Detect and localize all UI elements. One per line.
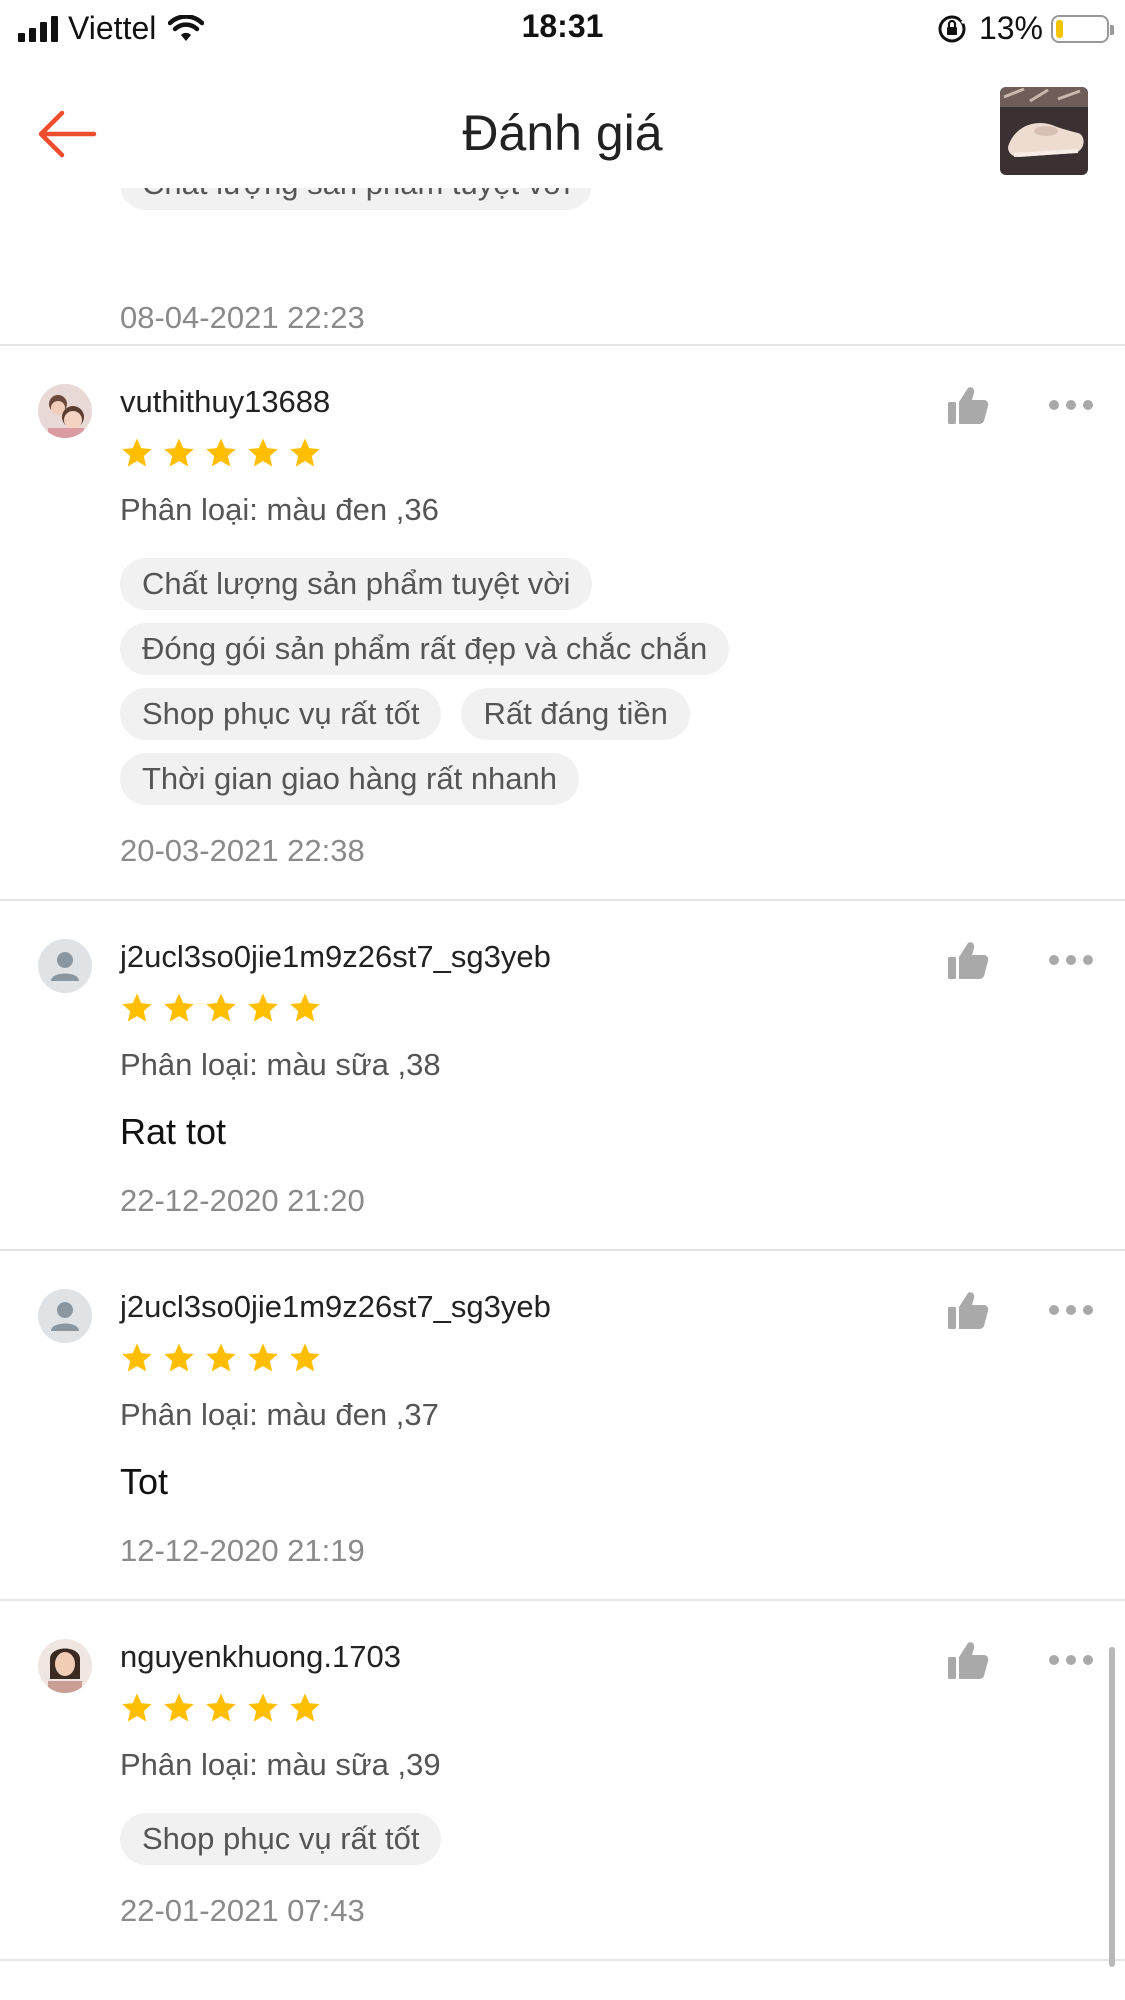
- app-header: Đánh giá: [0, 70, 1125, 188]
- review-variant: Phân loại: màu đen ,36: [120, 492, 439, 527]
- default-user-icon: [38, 939, 92, 993]
- thumbs-up-icon[interactable]: [946, 1639, 990, 1683]
- orientation-lock-icon: [938, 15, 967, 42]
- star-icon: [164, 993, 194, 1022]
- list-item: vuthithuy13688 Phân loại: màu đen ,36 Ch…: [0, 346, 1125, 901]
- star-icon: [248, 1343, 278, 1372]
- star-icon: [248, 438, 278, 467]
- status-bar-right: 13%: [937, 10, 1114, 47]
- star-icon: [290, 993, 320, 1022]
- list-item: nguyenkhuong.1703 Phân loại: màu sữa ,39…: [0, 1601, 1125, 1961]
- review-comment: Tot: [120, 1461, 169, 1502]
- shoe-image-icon: [1000, 87, 1088, 175]
- page-title: Đánh giá: [462, 105, 663, 161]
- star-icon: [290, 1693, 320, 1722]
- star-icon: [206, 993, 236, 1022]
- review-tag: Chất lượng sản phẩm tuyệt vời: [120, 558, 593, 610]
- star-rating: [120, 1341, 1125, 1377]
- review-tags: Shop phục vụ rất tốt: [120, 1813, 940, 1865]
- review-tag: Thời gian giao hàng rất nhanh: [120, 753, 580, 805]
- star-icon: [164, 1693, 194, 1722]
- thumbs-up-icon[interactable]: [946, 384, 990, 428]
- avatar[interactable]: [38, 939, 92, 993]
- star-rating: [120, 436, 1125, 472]
- user-photo-icon: [38, 1639, 92, 1693]
- star-icon: [122, 1343, 152, 1372]
- review-tag: Chất lượng sản phẩm tuyệt vời: [120, 188, 593, 210]
- more-options-icon[interactable]: [1048, 1653, 1094, 1667]
- more-options-icon[interactable]: [1048, 398, 1094, 412]
- review-date: 22-12-2020 21:20: [120, 1183, 365, 1218]
- star-icon: [206, 1693, 236, 1722]
- star-icon: [206, 438, 236, 467]
- product-thumbnail[interactable]: [1000, 87, 1088, 175]
- review-tag: Đóng gói sản phẩm rất đẹp và chắc chắn: [120, 623, 730, 675]
- more-options-icon[interactable]: [1048, 953, 1094, 967]
- star-icon: [290, 438, 320, 467]
- review-date: 08-04-2021 22:23: [120, 300, 365, 335]
- list-item: j2ucl3so0jie1m9z26st7_sg3yeb Phân loại: …: [0, 1251, 1125, 1601]
- thumbs-up-icon[interactable]: [946, 1289, 990, 1333]
- review-list[interactable]: Chất lượng sản phẩm tuyệt vời 08-04-2021…: [0, 188, 1125, 2000]
- star-icon: [122, 438, 152, 467]
- avatar[interactable]: [38, 384, 92, 438]
- avatar[interactable]: [38, 1639, 92, 1693]
- review-comment: Rat tot: [120, 1111, 227, 1152]
- review-tags: Chất lượng sản phẩm tuyệt vời Đóng gói s…: [120, 558, 940, 805]
- star-rating: [120, 1691, 1125, 1727]
- review-variant: Phân loại: màu sữa ,39: [120, 1747, 441, 1782]
- thumbs-up-icon[interactable]: [946, 939, 990, 983]
- review-tag: Shop phục vụ rất tốt: [120, 1813, 442, 1865]
- review-variant: Phân loại: màu sữa ,38: [120, 1047, 441, 1082]
- list-item: Chất lượng sản phẩm tuyệt vời 08-04-2021…: [0, 188, 1125, 346]
- list-item: j2ucl3so0jie1m9z26st7_sg3yeb Phân loại: …: [0, 901, 1125, 1251]
- star-icon: [290, 1343, 320, 1372]
- default-user-icon: [38, 1289, 92, 1343]
- more-options-icon[interactable]: [1048, 1303, 1094, 1317]
- status-bar: Viettel 18:31 13%: [0, 0, 1125, 58]
- review-tag: Shop phục vụ rất tốt: [120, 688, 442, 740]
- star-icon: [122, 993, 152, 1022]
- user-photo-icon: [38, 384, 92, 438]
- review-date: 20-03-2021 22:38: [120, 833, 365, 868]
- star-icon: [164, 438, 194, 467]
- review-date: 22-01-2021 07:43: [120, 1893, 365, 1928]
- star-icon: [122, 1693, 152, 1722]
- battery-percent: 13%: [978, 10, 1043, 46]
- star-icon: [248, 1693, 278, 1722]
- battery-icon: [1051, 14, 1114, 43]
- review-variant: Phân loại: màu đen ,37: [120, 1397, 439, 1432]
- star-rating: [120, 991, 1125, 1027]
- scrollbar[interactable]: [1109, 1647, 1115, 1967]
- avatar[interactable]: [38, 1289, 92, 1343]
- review-date: 12-12-2020 21:19: [120, 1533, 365, 1568]
- battery-level: [1056, 19, 1063, 38]
- star-icon: [164, 1343, 194, 1372]
- star-icon: [248, 993, 278, 1022]
- review-tag: Rất đáng tiền: [461, 688, 690, 740]
- star-icon: [206, 1343, 236, 1372]
